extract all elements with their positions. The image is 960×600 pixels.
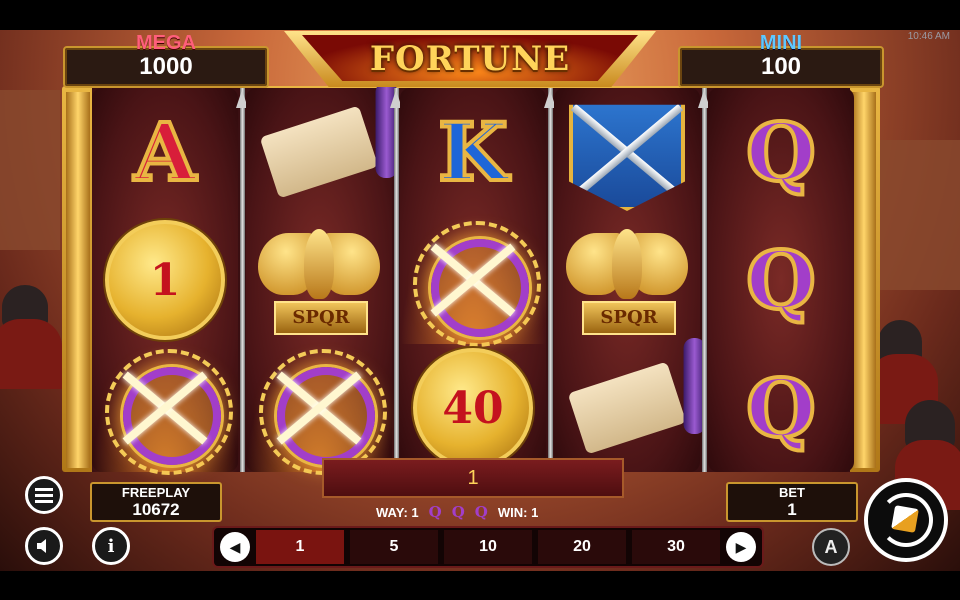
letter-q: Q bbox=[744, 361, 818, 455]
coin-value: 40 bbox=[442, 382, 504, 434]
dice-icon bbox=[891, 505, 919, 533]
status-time: 10:46 AM bbox=[907, 31, 950, 42]
wild-crossed-spears-icon bbox=[259, 349, 387, 475]
chevron-left-icon: ◀ bbox=[229, 538, 241, 555]
right-pillar bbox=[852, 92, 876, 468]
bet-next-button[interactable]: ▶ bbox=[726, 532, 756, 562]
info-button[interactable]: i bbox=[92, 527, 130, 565]
way-label: WAY: 1 bbox=[376, 504, 419, 520]
way-symbol-q: Q bbox=[451, 503, 465, 521]
letter-q: Q bbox=[744, 233, 818, 327]
scroll-icon bbox=[259, 105, 379, 199]
symbol-coin-1: 1 bbox=[92, 216, 238, 344]
wild-crossed-spears-icon bbox=[413, 221, 541, 347]
wild-crossed-spears-icon bbox=[105, 349, 233, 475]
symbol-eagle-spqr: SPQR bbox=[246, 216, 392, 344]
bet-option-20[interactable]: 20 bbox=[538, 530, 626, 564]
mini-jackpot-label: MINI bbox=[759, 32, 803, 54]
win-way-info: WAY: 1 Q Q Q WIN: 1 bbox=[376, 502, 538, 522]
autoplay-button[interactable]: A bbox=[812, 528, 850, 566]
reel-2: SPQR bbox=[246, 88, 392, 475]
speaker-icon bbox=[37, 539, 46, 553]
symbol-shield-swords bbox=[554, 88, 700, 216]
symbol-letter-k: K bbox=[400, 88, 546, 216]
reel-3: K 40 bbox=[400, 88, 546, 472]
scroll-icon bbox=[567, 361, 687, 455]
menu-icon bbox=[35, 493, 53, 497]
symbol-eagle-spqr: SPQR bbox=[554, 216, 700, 344]
eagle-icon: SPQR bbox=[256, 225, 382, 335]
way-symbol-q: Q bbox=[474, 503, 488, 521]
letter-a: A bbox=[132, 105, 198, 199]
reel-4: SPQR bbox=[554, 88, 700, 472]
game-logo: FORTUNE bbox=[284, 31, 656, 87]
bet-option-1[interactable]: 1 bbox=[256, 530, 344, 564]
reel-5: Q Q Q bbox=[708, 88, 854, 472]
spear-divider bbox=[544, 88, 556, 472]
win-display: 1 bbox=[322, 458, 624, 498]
mini-jackpot-value: 100 bbox=[760, 53, 802, 80]
chevron-right-icon: ▶ bbox=[735, 538, 747, 555]
eagle-icon: SPQR bbox=[564, 225, 690, 335]
spin-button[interactable] bbox=[864, 478, 948, 562]
autoplay-icon: A bbox=[824, 536, 838, 557]
spqr-plaque: SPQR bbox=[274, 301, 368, 335]
bet-label: BET bbox=[779, 485, 805, 500]
background-building bbox=[0, 90, 60, 250]
coin-value: 1 bbox=[149, 254, 181, 306]
symbol-letter-q: Q bbox=[708, 216, 854, 344]
left-pillar bbox=[66, 92, 90, 468]
symbol-wild bbox=[246, 344, 392, 475]
win-amount: 1 bbox=[467, 467, 479, 489]
letterbox-bottom bbox=[0, 571, 960, 600]
bet-prev-button[interactable]: ◀ bbox=[220, 532, 250, 562]
coin-icon: 1 bbox=[105, 220, 225, 340]
reel-grid: A 1 SPQR K 40 SPQR Q Q Q bbox=[92, 88, 854, 475]
bet-option-30[interactable]: 30 bbox=[632, 530, 720, 564]
symbol-letter-q: Q bbox=[708, 88, 854, 216]
bet-selector: ◀ 1 5 10 20 30 ▶ bbox=[212, 526, 764, 568]
freeplay-value: 10672 bbox=[132, 500, 180, 519]
shield-swords-icon bbox=[569, 104, 685, 211]
menu-button[interactable] bbox=[25, 476, 63, 514]
symbol-coin-40: 40 bbox=[400, 344, 546, 472]
win-label: WIN: 1 bbox=[497, 504, 539, 520]
background-soldier bbox=[868, 320, 938, 424]
coin-icon: 40 bbox=[413, 348, 533, 468]
freeplay-label: FREEPLAY bbox=[121, 485, 191, 500]
spear-divider bbox=[236, 88, 248, 472]
letterbox-top bbox=[0, 0, 960, 30]
symbol-letter-a: A bbox=[92, 88, 238, 216]
game-logo-text: FORTUNE bbox=[369, 39, 571, 79]
symbol-wild bbox=[400, 216, 546, 347]
freeplay-balance: FREEPLAY 10672 bbox=[90, 482, 222, 522]
mega-jackpot: MEGA 1000 bbox=[63, 32, 269, 88]
symbol-wild bbox=[92, 344, 238, 475]
background-soldier bbox=[895, 400, 960, 510]
reel-1: A 1 bbox=[92, 88, 238, 475]
spin-arrows-icon bbox=[879, 493, 933, 547]
symbol-scroll bbox=[246, 88, 392, 216]
bet-display: BET 1 bbox=[726, 482, 858, 522]
bet-value: 1 bbox=[787, 500, 797, 519]
info-icon: i bbox=[107, 535, 115, 557]
mini-jackpot: MINI 100 bbox=[678, 32, 884, 88]
mega-jackpot-value: 1000 bbox=[139, 53, 193, 80]
letter-q: Q bbox=[744, 105, 818, 199]
spqr-plaque: SPQR bbox=[582, 301, 676, 335]
background-building bbox=[880, 140, 960, 290]
bet-option-5[interactable]: 5 bbox=[350, 530, 438, 564]
spear-divider bbox=[390, 88, 402, 472]
spear-divider bbox=[698, 88, 710, 472]
background-soldier bbox=[0, 285, 62, 389]
way-symbol-q: Q bbox=[428, 503, 442, 521]
mega-jackpot-label: MEGA bbox=[136, 32, 196, 54]
symbol-letter-q: Q bbox=[708, 344, 854, 472]
sound-button[interactable] bbox=[25, 527, 63, 565]
bet-option-10[interactable]: 10 bbox=[444, 530, 532, 564]
letter-k: K bbox=[436, 105, 510, 199]
symbol-scroll bbox=[554, 344, 700, 472]
